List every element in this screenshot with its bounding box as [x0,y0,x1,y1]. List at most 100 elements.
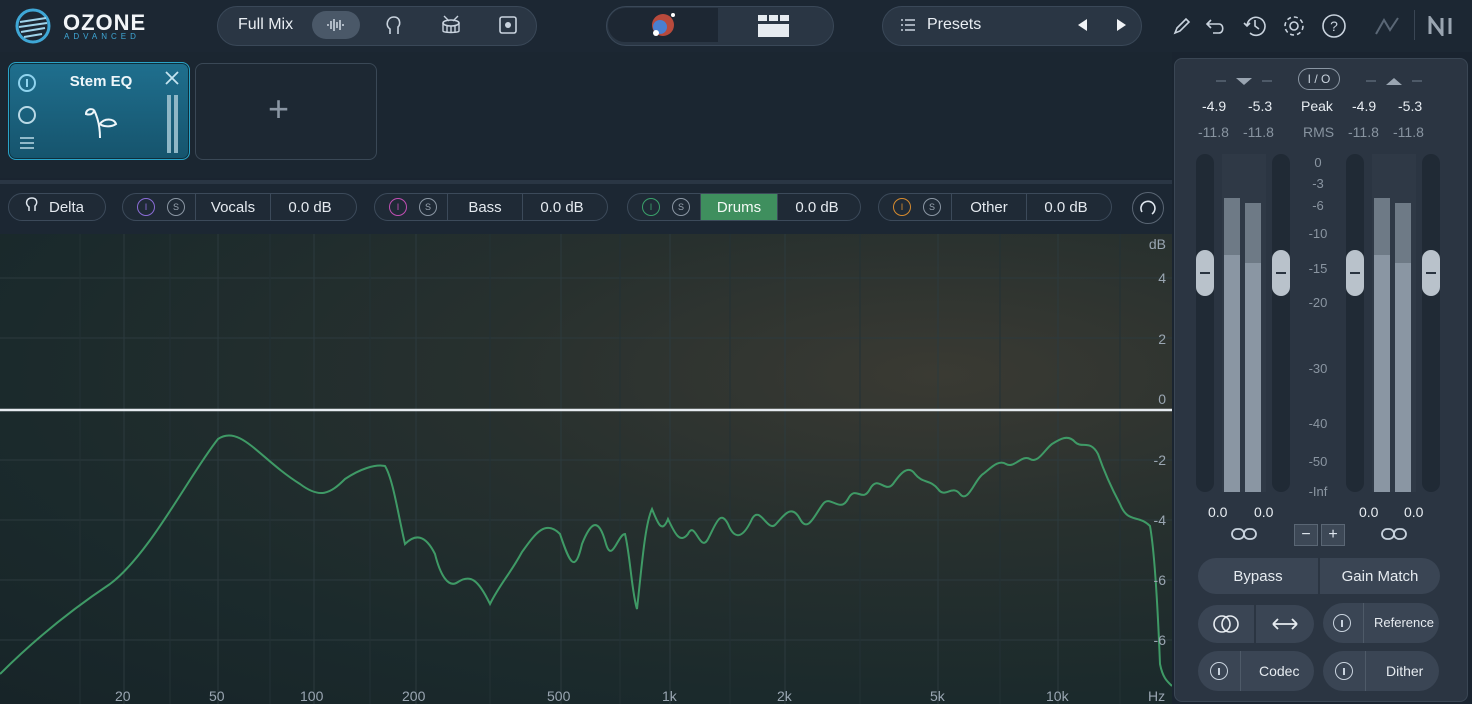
module-icon[interactable] [495,12,521,38]
output-meter-toggle-icon[interactable] [1364,74,1424,92]
dither-power-icon [1335,662,1353,680]
input-link-icon[interactable] [1230,526,1258,547]
hz-tick: 500 [547,688,571,704]
waveform-icon[interactable] [312,11,360,39]
stem-group-other: I S Other 0.0 dB [878,193,1112,221]
next-arrow-icon[interactable] [1112,14,1132,36]
gain-match-button[interactable]: Gain Match [1320,558,1440,594]
plus-button[interactable]: + [1321,524,1345,546]
out-rms-r: -11.8 [1393,124,1424,140]
stereo-mode-button[interactable] [1198,605,1254,643]
output-gain-track-r[interactable] [1422,154,1440,492]
gear-icon[interactable] [1280,12,1308,40]
pencil-icon[interactable] [1170,14,1194,38]
input-gain-knob-r[interactable] [1272,250,1290,296]
divider [1414,10,1415,40]
db-unit-label: dB [1148,236,1166,252]
db-tick: 4 [1158,270,1166,286]
output-gain-track-l[interactable] [1346,154,1364,492]
module-title: Stem EQ [69,73,133,90]
full-mix-label[interactable]: Full Mix [238,16,293,34]
other-solo-icon[interactable]: S [923,198,941,216]
bass-power-icon[interactable]: I [389,198,407,216]
bass-label[interactable]: Bass [447,194,522,220]
in-gain-r-value[interactable]: 0.0 [1254,504,1273,520]
ni-link-icon[interactable] [1372,12,1402,42]
output-link-icon[interactable] [1380,526,1408,547]
in-rms-r: -11.8 [1243,124,1274,140]
db-tick: -6 [1153,632,1166,648]
module-level-bar-l [167,95,171,153]
close-icon[interactable] [164,70,180,91]
codec-button[interactable]: Codec [1198,651,1314,691]
presets-bar [882,6,1142,46]
db-tick: -4 [1153,512,1166,528]
db-tick: -6 [1153,572,1166,588]
in-peak-l: -4.9 [1202,98,1227,114]
input-meter-rms-r [1245,263,1261,492]
stem-group-vocals: I S Vocals 0.0 dB [122,193,357,221]
drums-power-icon[interactable]: I [642,198,660,216]
drums-gain[interactable]: 0.0 dB [777,194,856,220]
swap-channels-button[interactable] [1256,605,1314,643]
spectrum-mode-icon[interactable] [1132,192,1164,224]
svg-text:?: ? [1330,18,1338,34]
other-power-icon[interactable]: I [893,198,911,216]
out-peak-r: -5.3 [1398,98,1423,114]
meter-scale-tick: -10 [1308,226,1328,241]
vocals-power-icon[interactable]: I [137,198,155,216]
reference-button[interactable]: Reference [1323,603,1439,643]
drums-label[interactable]: Drums [700,194,777,220]
other-label[interactable]: Other [951,194,1026,220]
power-icon[interactable] [18,74,36,92]
vocals-label[interactable]: Vocals [195,194,270,220]
meter-scale-tick: 0 [1314,155,1322,170]
minus-button[interactable]: − [1294,524,1318,546]
bypass-button[interactable]: Bypass [1198,558,1318,594]
eq-display[interactable]: dB 4 2 0 -2 -4 -6 -6 [0,234,1172,704]
dither-button[interactable]: Dither [1323,651,1439,691]
meter-scale-tick: -3 [1312,176,1324,191]
io-toggle[interactable]: I / O [1298,68,1340,90]
help-icon[interactable]: ? [1320,12,1348,40]
input-gain-track-l[interactable] [1196,154,1214,492]
solo-icon[interactable] [18,106,36,124]
stem-group-bass: I S Bass 0.0 dB [374,193,608,221]
presets-label[interactable]: Presets [927,16,981,34]
ni-logo-icon [1428,14,1462,38]
hz-tick: 50 [209,688,225,704]
meter-scale-tick: -20 [1308,295,1328,310]
output-meter-rms-r [1395,263,1411,492]
module-menu-icon[interactable] [19,136,35,155]
input-gain-track-r[interactable] [1272,154,1290,492]
hz-tick: 5k [930,688,945,704]
out-gain-r-value[interactable]: 0.0 [1404,504,1423,520]
bass-gain[interactable]: 0.0 dB [522,194,601,220]
grid-view-icon[interactable] [756,13,792,39]
output-meter-rms-l [1374,255,1390,492]
out-peak-l: -4.9 [1352,98,1377,114]
vocals-head-icon[interactable] [380,12,406,38]
bass-solo-icon[interactable]: S [419,198,437,216]
hz-tick: 1k [662,688,677,704]
other-gain[interactable]: 0.0 dB [1026,194,1105,220]
stem-group-drums: I S Drums 0.0 dB [627,193,861,221]
out-gain-l-value[interactable]: 0.0 [1359,504,1378,520]
meter-scale-tick: -40 [1308,416,1328,431]
hz-tick: 2k [777,688,792,704]
undo-icon[interactable] [1204,14,1228,38]
delta-button[interactable]: Delta [8,193,106,221]
drum-icon[interactable] [438,12,464,38]
drums-solo-icon[interactable]: S [672,198,690,216]
history-icon[interactable] [1241,12,1269,40]
output-gain-knob-r[interactable] [1422,250,1440,296]
in-gain-l-value[interactable]: 0.0 [1208,504,1227,520]
vocals-solo-icon[interactable]: S [167,198,185,216]
input-meter-toggle-icon[interactable] [1214,74,1274,92]
hz-unit-label: Hz [1148,688,1166,704]
input-gain-knob-l[interactable] [1196,250,1214,296]
output-gain-knob-l[interactable] [1346,250,1364,296]
prev-arrow-icon[interactable] [1072,14,1092,36]
vocals-gain[interactable]: 0.0 dB [270,194,349,220]
in-peak-r: -5.3 [1248,98,1273,114]
